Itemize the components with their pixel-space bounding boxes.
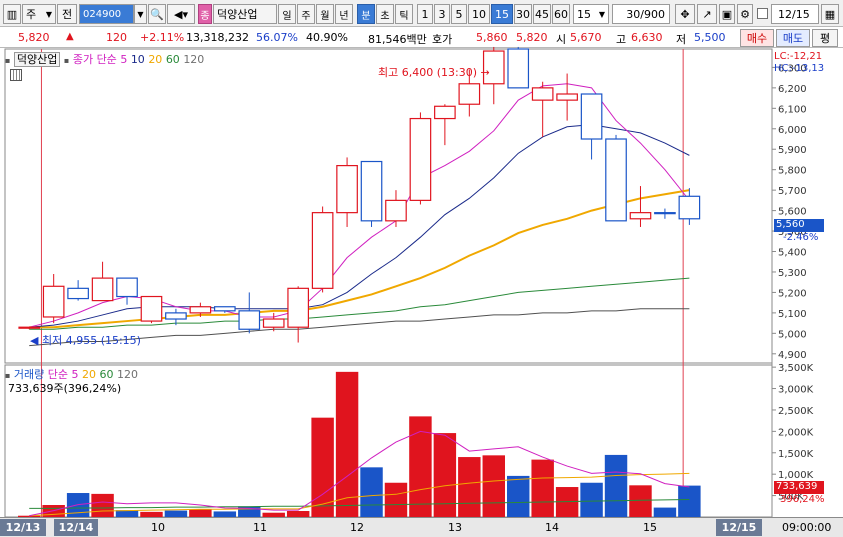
x-label-2: 10 — [151, 521, 165, 534]
price-tick-label: 5,900 — [778, 145, 807, 156]
x-label-1: 12/14 — [54, 519, 98, 536]
volume-bar — [91, 493, 114, 517]
x-label-3: 11 — [253, 521, 267, 534]
candle-body — [360, 160, 383, 222]
ma-period-120[interactable]: 120 — [183, 53, 204, 66]
price-volume-chart[interactable]: 6,3006,2006,1006,0005,9005,8005,7005,600… — [0, 0, 843, 537]
price-tick-label: 5,800 — [778, 166, 807, 177]
candle-body — [287, 287, 310, 328]
price-tick-label: 6,200 — [778, 84, 807, 95]
x-label-4: 12 — [350, 521, 364, 534]
candle-body — [434, 105, 456, 120]
candle-body — [556, 93, 578, 101]
candle-body — [531, 87, 554, 101]
candle-body — [238, 310, 261, 330]
panel-menu-icon[interactable]: ▪ — [5, 371, 10, 380]
volume-bar — [384, 482, 408, 517]
lc-label: LC:-12,21 — [774, 51, 823, 62]
candle-body — [336, 164, 358, 214]
grid-toggle-icon[interactable] — [10, 69, 22, 81]
arrow-left-icon: ◀ — [30, 334, 39, 347]
volume-bar — [458, 457, 481, 517]
ma-period-20[interactable]: 20 — [148, 53, 162, 66]
current-volume-badge: 733,639 — [774, 481, 824, 494]
candle-body — [311, 212, 334, 289]
price-tick-label: 5,600 — [778, 207, 807, 218]
low-annotation: ◀ 최저 4,955 (15:15) — [30, 332, 141, 348]
volume-tick-label: 3,000K — [778, 385, 814, 396]
price-tick-label: 5,300 — [778, 268, 807, 279]
arrow-right-icon: → — [480, 66, 490, 79]
ma-period-60[interactable]: 60 — [166, 53, 180, 66]
time-label: 09:00:00 — [782, 521, 832, 534]
price-tick-label: 5,200 — [778, 288, 807, 299]
volume-tick-label: 2,000K — [778, 427, 814, 438]
candle-body — [629, 212, 652, 220]
volume-bar — [580, 482, 603, 517]
stock-label[interactable]: 덕양산업 — [13, 52, 61, 67]
volume-bar — [604, 454, 628, 517]
ma-period-5[interactable]: 5 — [120, 53, 127, 66]
x-axis: 12/13 12/14 10 11 12 13 14 15 12/15 09:0… — [0, 517, 843, 537]
current-price-percent: -2.46% — [783, 232, 819, 243]
ma-period-10[interactable]: 10 — [131, 53, 145, 66]
candle-body — [91, 277, 114, 302]
volume-bar — [678, 485, 701, 517]
price-tick-label: 5,100 — [778, 309, 807, 320]
volume-bar — [360, 467, 383, 517]
candle-body — [605, 138, 627, 222]
price-tick-label: 5,700 — [778, 186, 807, 197]
current-price-badge: 5,560 — [774, 219, 824, 232]
current-volume-percent: 396,24% — [780, 494, 825, 505]
high-annotation: 최고 6,400 (13:30) → — [378, 64, 490, 80]
volume-tick-label: 3,500K — [778, 363, 814, 374]
price-tick-label: 5,400 — [778, 248, 807, 259]
candle-body — [67, 287, 89, 300]
candle-body — [189, 306, 212, 314]
candle-body — [385, 199, 407, 222]
x-label-5: 13 — [448, 521, 462, 534]
volume-bar — [507, 475, 530, 517]
volume-tick-label: 1,000K — [778, 470, 814, 481]
x-label-0: 12/13 — [0, 519, 46, 536]
low-annotation-text: 최저 4,955 (15:15) — [41, 334, 141, 347]
candle-body — [116, 277, 138, 298]
x-label-7: 15 — [643, 521, 657, 534]
price-tick-label: 5,000 — [778, 329, 807, 340]
candle-body — [654, 212, 676, 215]
hc-label: HC:-13,13 — [774, 63, 825, 74]
price-tick-label: 6,000 — [778, 125, 807, 136]
high-annotation-text: 최고 6,400 (13:30) — [378, 66, 478, 79]
candle-body — [678, 195, 701, 220]
ma-label[interactable]: 종가 단순 — [73, 53, 117, 66]
candle-body — [140, 295, 163, 322]
volume-bar — [531, 459, 554, 517]
candle-body — [165, 312, 187, 320]
candle-body — [18, 326, 41, 329]
candle-body — [214, 306, 236, 312]
volume-bar — [335, 371, 359, 517]
candle-body — [42, 285, 65, 318]
candle-body — [580, 93, 603, 140]
volume-tick-label: 1,500K — [778, 449, 814, 460]
candle-body — [507, 48, 530, 89]
x-label-8: 12/15 — [716, 519, 762, 536]
volume-bar — [189, 509, 212, 517]
price-panel-header: ▪ 덕양산업 ▪ 종가 단순 5 10 20 60 120 — [5, 51, 204, 67]
candle-body — [409, 117, 432, 201]
candle-body — [458, 83, 481, 105]
volume-bar — [629, 485, 652, 517]
x-label-6: 14 — [545, 521, 559, 534]
ma5-icon: ▪ — [63, 56, 70, 65]
panel-menu-icon[interactable]: ▪ — [5, 56, 10, 65]
price-tick-label: 4,900 — [778, 350, 807, 361]
volume-bar — [653, 507, 677, 517]
volume-tick-label: 2,500K — [778, 406, 814, 417]
candle-body — [262, 318, 285, 328]
volume-bar — [433, 433, 457, 517]
volume-bar — [482, 455, 505, 517]
price-tick-label: 6,100 — [778, 104, 807, 115]
volume-readout: 733,639주(396,24%) — [8, 382, 122, 395]
